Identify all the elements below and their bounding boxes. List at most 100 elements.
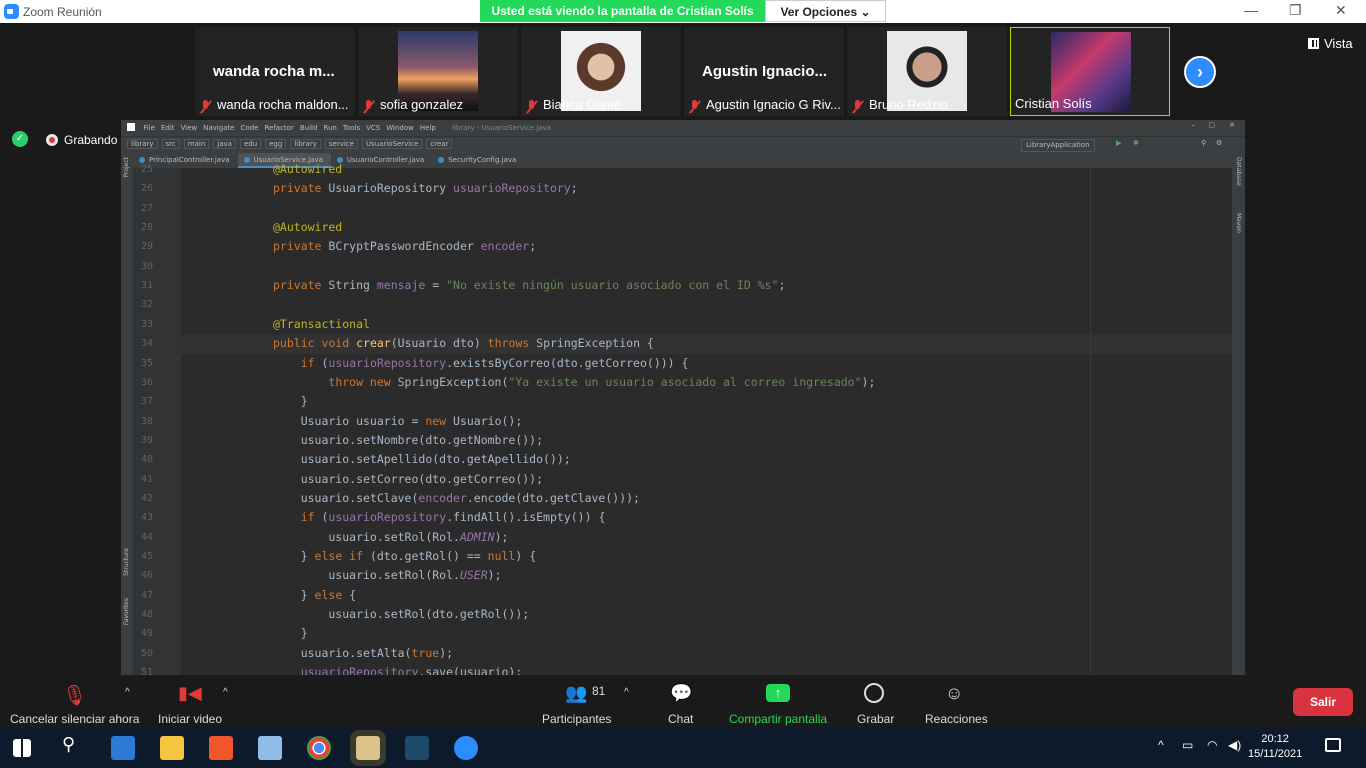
code-line[interactable]: private BCryptPasswordEncoder encoder;	[273, 239, 536, 253]
taskbar-clock[interactable]: 20:12 15/11/2021	[1248, 732, 1302, 762]
run-icon[interactable]: ▶	[1116, 139, 1121, 147]
chrome-icon[interactable]	[307, 736, 331, 760]
network-device-icon[interactable]: ▭	[1182, 738, 1193, 752]
favorites-tool-tab[interactable]: Favorites	[123, 598, 130, 625]
reactions-button[interactable]: Reacciones	[925, 712, 988, 726]
breadcrumb-item[interactable]: src	[161, 139, 180, 149]
chat-icon[interactable]: 💬	[670, 683, 692, 704]
code-line[interactable]: @Autowired	[273, 220, 342, 234]
breadcrumb-item[interactable]: edu	[239, 139, 262, 149]
code-line[interactable]: usuarioRepository.save(usuario);	[273, 665, 523, 675]
breadcrumb-item[interactable]: library	[127, 139, 158, 149]
participant-tile[interactable]: Bianca Dente	[521, 27, 681, 116]
ide-menu-item[interactable]: Window	[386, 120, 414, 136]
notifications-icon[interactable]	[1325, 738, 1341, 752]
share-screen-button[interactable]: Compartir pantalla	[729, 712, 827, 726]
code-line[interactable]: private UsuarioRepository usuarioReposit…	[273, 181, 578, 195]
code-line[interactable]: usuario.setRol(Rol.ADMIN);	[273, 530, 508, 544]
chat-button[interactable]: Chat	[668, 712, 693, 726]
ide-menu-item[interactable]: View	[181, 120, 198, 136]
ide-menu-item[interactable]: File	[143, 120, 155, 136]
code-line[interactable]: usuario.setNombre(dto.getNombre());	[273, 433, 543, 447]
view-options-button[interactable]: Ver Opciones ⌄	[765, 0, 886, 22]
code-line[interactable]: Usuario usuario = new Usuario();	[273, 414, 523, 428]
editor-tab[interactable]: UsuarioController.java	[331, 153, 432, 168]
minimize-icon[interactable]: —	[1244, 2, 1258, 18]
next-page-arrow-icon[interactable]: ›	[1184, 56, 1216, 88]
participants-icon[interactable]: 👥	[565, 683, 587, 704]
ide-restore-icon[interactable]: ▢	[1208, 121, 1215, 129]
restore-icon[interactable]: ❐	[1289, 2, 1302, 19]
code-line[interactable]: } else if (dto.getRol() == null) {	[273, 549, 536, 563]
ide-close-icon[interactable]: ✕	[1229, 121, 1235, 129]
code-line[interactable]: }	[273, 394, 308, 408]
code-line[interactable]: usuario.setApellido(dto.getApellido());	[273, 452, 571, 466]
participant-tile[interactable]: wanda rocha m... wanda rocha maldon...	[195, 27, 355, 116]
breadcrumb-item[interactable]: java	[213, 139, 236, 149]
breadcrumb-item[interactable]: main	[183, 139, 210, 149]
volume-icon[interactable]: ◀)	[1228, 738, 1241, 752]
chevron-up-icon[interactable]: ^	[624, 687, 629, 698]
project-tool-tab[interactable]: Project	[123, 157, 130, 178]
record-icon[interactable]	[864, 683, 884, 703]
code-line[interactable]: usuario.setRol(Rol.USER);	[273, 568, 501, 582]
show-hidden-icons-chevron-icon[interactable]: ^	[1158, 738, 1164, 752]
zoom-taskbar-icon[interactable]	[454, 736, 478, 760]
ide-menu-item[interactable]: Build	[300, 120, 318, 136]
code-line[interactable]: }	[273, 626, 308, 640]
ide-menu-item[interactable]: Tools	[343, 120, 360, 136]
code-line[interactable]: } else {	[273, 588, 356, 602]
code-line[interactable]: usuario.setAlta(true);	[273, 646, 453, 660]
close-icon[interactable]: ✕	[1335, 2, 1347, 19]
ide-menu-item[interactable]: Run	[323, 120, 336, 136]
code-line[interactable]: private String mensaje = "No existe ning…	[273, 278, 785, 292]
database-tool-tab[interactable]: Database	[1235, 157, 1242, 186]
structure-tool-tab[interactable]: Structure	[123, 548, 130, 576]
code-line[interactable]: if (usuarioRepository.findAll().isEmpty(…	[273, 510, 606, 524]
participant-tile[interactable]: sofia gonzalez	[358, 27, 518, 116]
reactions-icon[interactable]: ☺	[945, 683, 963, 704]
code-line[interactable]: usuario.setRol(dto.getRol());	[273, 607, 529, 621]
breadcrumb-item[interactable]: crear	[426, 139, 453, 149]
search-icon[interactable]: ⚲	[62, 734, 86, 758]
code-line[interactable]: public void crear(Usuario dto) throws Sp…	[273, 336, 654, 350]
ide-menu-item[interactable]: Edit	[161, 120, 175, 136]
run-config-select[interactable]: LibraryApplication	[1021, 139, 1095, 152]
breadcrumb-item[interactable]: egg	[265, 139, 287, 149]
chevron-up-icon[interactable]: ^	[223, 687, 228, 698]
settings-gear-icon[interactable]: ⚙	[1216, 139, 1222, 147]
ide-menu-item[interactable]: Help	[420, 120, 436, 136]
editor-tab[interactable]: SecurityConfig.java	[432, 153, 524, 168]
participants-button[interactable]: Participantes	[542, 712, 611, 726]
breadcrumb-item[interactable]: UsuarioService	[361, 139, 423, 149]
ide-menu-item[interactable]: Navigate	[203, 120, 234, 136]
sticky-app-icon[interactable]	[350, 730, 386, 766]
ide-menu-item[interactable]: Refactor	[264, 120, 293, 136]
chevron-up-icon[interactable]: ^	[125, 687, 130, 698]
code-editor[interactable]: @Autowired private UsuarioRepository usua…	[181, 162, 1232, 675]
participant-tile[interactable]: Bruno Redzio	[847, 27, 1007, 116]
start-video-button[interactable]: Iniciar video	[158, 712, 222, 726]
view-button[interactable]: Vista	[1308, 36, 1353, 51]
security-shield-icon[interactable]: ✓	[12, 131, 28, 147]
code-line[interactable]: throw new SpringException("Ya existe un …	[273, 375, 875, 389]
record-button[interactable]: Grabar	[857, 712, 894, 726]
code-line[interactable]: @Transactional	[273, 317, 370, 331]
breadcrumb-item[interactable]: service	[324, 139, 358, 149]
share-screen-icon[interactable]: ↑	[766, 684, 790, 702]
file-explorer-icon[interactable]	[160, 736, 184, 760]
video-off-icon[interactable]: ▮◀	[178, 683, 202, 704]
code-line[interactable]: usuario.setCorreo(dto.getCorreo());	[273, 472, 543, 486]
mic-muted-icon[interactable]: 🎙	[62, 683, 87, 708]
maven-tool-tab[interactable]: Maven	[1235, 213, 1242, 233]
recording-indicator[interactable]: Grabando	[46, 133, 117, 147]
code-line[interactable]: @Autowired	[273, 162, 342, 176]
windows-start-icon[interactable]	[13, 739, 31, 757]
wifi-icon[interactable]: ◠	[1207, 738, 1217, 752]
workbench-icon[interactable]	[405, 736, 429, 760]
virtualbox-icon[interactable]	[258, 736, 282, 760]
vscode-icon[interactable]	[111, 736, 135, 760]
brave-browser-icon[interactable]	[209, 736, 233, 760]
debug-icon[interactable]: ✱	[1133, 139, 1139, 147]
mute-button[interactable]: Cancelar silenciar ahora	[10, 712, 139, 726]
